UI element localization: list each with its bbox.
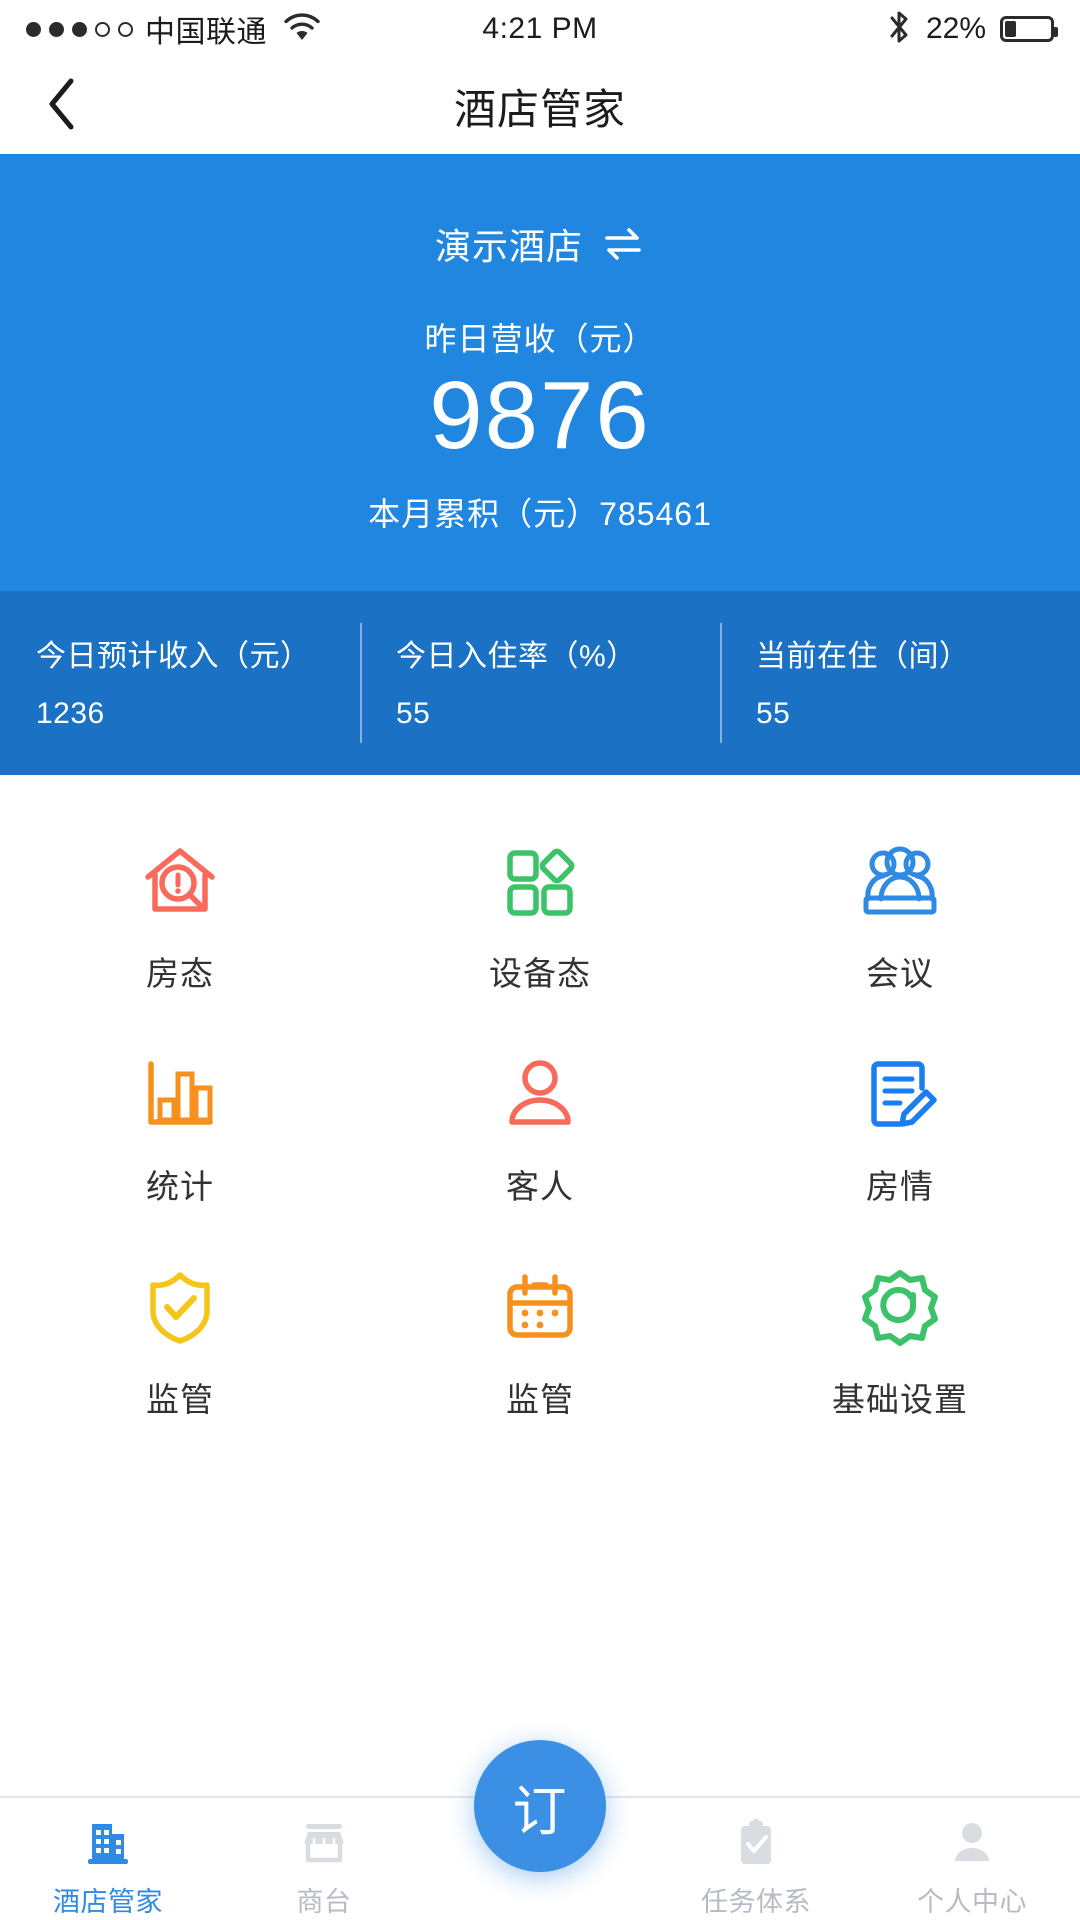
grid-item-label: 会议	[865, 954, 934, 992]
stat-label: 今日入住率（%）	[396, 639, 637, 673]
swap-arrows-icon	[601, 227, 645, 261]
stat-item-occupancy-rate: 今日入住率（%） 55	[360, 622, 720, 743]
bluetooth-icon	[886, 8, 912, 51]
clipboard-check-icon	[728, 1814, 784, 1870]
order-fab-button[interactable]: 订	[474, 1740, 606, 1872]
grid-item-meeting[interactable]: 会议	[720, 817, 1080, 1030]
revenue-hero-panel: 演示酒店 昨日营收（元） 9876 本月累积（元）785461	[0, 154, 1080, 591]
people-group-icon	[854, 835, 946, 927]
stat-item-expected-income: 今日预计收入（元） 1236	[0, 631, 360, 731]
shield-check-icon	[134, 1261, 226, 1353]
grid-item-label: 监管	[145, 1380, 214, 1418]
grid-item-device-status[interactable]: 设备态	[360, 817, 720, 1030]
grid-item-supervision-shield[interactable]: 监管	[0, 1243, 360, 1456]
status-bar-right: 22%	[598, 8, 1059, 51]
tab-profile[interactable]: 个人中心	[864, 1798, 1080, 1919]
grid-item-guests[interactable]: 客人	[360, 1030, 720, 1243]
signal-dot	[49, 21, 64, 37]
grid-item-label: 基础设置	[831, 1380, 968, 1418]
grid-item-room-status[interactable]: 房态	[0, 817, 360, 1030]
grid-item-room-info[interactable]: 房情	[720, 1030, 1080, 1243]
tab-label: 任务体系	[701, 1887, 811, 1917]
signal-dot	[72, 21, 87, 37]
month-total-label: 本月累积（元）785461	[368, 495, 712, 532]
app-screen: 中国联通 4:21 PM 22% 酒店管家 演示酒店 昨日营收（元） 9876 …	[0, 0, 1080, 1920]
tab-shop[interactable]: 商台	[216, 1798, 432, 1919]
gear-icon	[854, 1261, 946, 1353]
stat-value: 55	[396, 696, 431, 730]
clock: 4:21 PM	[482, 12, 598, 45]
tab-hotel-manager[interactable]: 酒店管家	[0, 1798, 216, 1919]
navigation-bar: 酒店管家	[0, 58, 1080, 154]
signal-strength-dots	[26, 21, 133, 37]
house-search-alert-icon	[134, 835, 226, 927]
back-button[interactable]	[34, 78, 90, 134]
stat-value: 1236	[36, 696, 105, 730]
grid-item-label: 房情	[865, 1167, 934, 1205]
bottom-tab-bar: 酒店管家 商台 任务体系 个人中心 订	[0, 1740, 1080, 1920]
building-icon	[80, 1814, 136, 1870]
page-title: 酒店管家	[453, 85, 626, 133]
grid-diamond-icon	[494, 835, 586, 927]
stat-item-current-occupied: 当前在住（间） 55	[720, 622, 1080, 743]
wifi-icon	[283, 12, 321, 47]
calendar-icon	[494, 1261, 586, 1353]
stat-value: 55	[756, 696, 791, 730]
chevron-left-icon	[45, 76, 79, 137]
stats-strip: 今日预计收入（元） 1236 今日入住率（%） 55 当前在住（间） 55	[0, 590, 1080, 775]
battery-icon	[1000, 16, 1059, 42]
signal-dot	[26, 21, 41, 37]
tab-label: 商台	[296, 1887, 352, 1917]
stat-label: 当前在住（间）	[756, 639, 970, 673]
person-icon	[944, 1814, 1000, 1870]
stat-label: 今日预计收入（元）	[36, 639, 311, 673]
grid-item-label: 房态	[145, 954, 214, 992]
revenue-value: 9876	[429, 362, 651, 469]
status-bar: 中国联通 4:21 PM 22%	[0, 0, 1080, 58]
revenue-label: 昨日营收（元）	[424, 321, 656, 357]
signal-dot	[118, 21, 133, 37]
grid-item-basic-settings[interactable]: 基础设置	[720, 1243, 1080, 1456]
order-fab-label: 订	[512, 1781, 568, 1842]
grid-item-label: 监管	[505, 1380, 574, 1418]
shop-icon	[296, 1814, 352, 1870]
grid-item-statistics[interactable]: 统计	[0, 1030, 360, 1243]
battery-percent-label: 22%	[925, 12, 987, 45]
document-edit-icon	[854, 1048, 946, 1140]
hotel-name-label: 演示酒店	[434, 226, 583, 267]
signal-dot	[95, 21, 110, 37]
grid-item-label: 设备态	[488, 954, 591, 992]
tab-label: 个人中心	[917, 1887, 1027, 1917]
carrier-label: 中国联通	[145, 16, 267, 49]
tab-label: 酒店管家	[53, 1887, 163, 1917]
status-bar-left: 中国联通	[26, 7, 482, 51]
bar-chart-icon	[134, 1048, 226, 1140]
grid-item-label: 客人	[505, 1167, 574, 1205]
person-icon	[494, 1048, 586, 1140]
feature-grid: 房态 设备态 会议 统计 客人 房情 监管 监管 基础设置	[0, 774, 1080, 1456]
hotel-switcher[interactable]: 演示酒店	[0, 218, 1080, 270]
grid-item-supervision-calendar[interactable]: 监管	[360, 1243, 720, 1456]
tab-task-system[interactable]: 任务体系	[648, 1798, 864, 1919]
grid-item-label: 统计	[145, 1167, 214, 1205]
